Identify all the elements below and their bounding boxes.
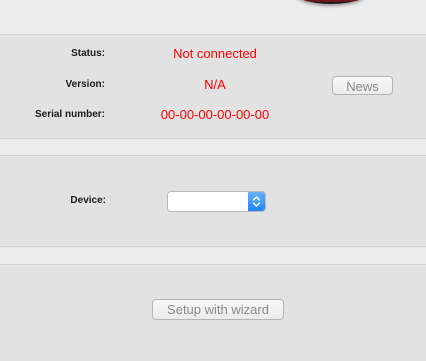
header-strip [0, 0, 426, 35]
status-label: Status: [71, 48, 105, 59]
serial-row: Serial number: 00-00-00-00-00-00 [0, 107, 426, 123]
device-select[interactable] [167, 191, 266, 212]
app-window: Status: Not connected Version: N/A Seria… [0, 0, 426, 361]
chevron-up-down-icon[interactable] [248, 192, 265, 211]
device-label: Device: [70, 195, 106, 206]
device-select-panel: Device: [0, 156, 426, 247]
serial-number-label: Serial number: [34, 109, 105, 120]
section-divider [0, 139, 426, 156]
section-divider-2 [0, 247, 426, 265]
version-value: N/A [204, 77, 226, 92]
status-row: Status: Not connected [0, 46, 426, 62]
wizard-panel: Setup with wizard [0, 265, 426, 361]
status-value: Not connected [173, 46, 257, 61]
news-button[interactable]: News [332, 76, 393, 95]
version-label: Version: [65, 79, 105, 90]
setup-with-wizard-button[interactable]: Setup with wizard [152, 299, 284, 320]
device-info-panel: Status: Not connected Version: N/A Seria… [0, 35, 426, 139]
device-knob-image [294, 0, 368, 4]
serial-number-value: 00-00-00-00-00-00 [160, 107, 270, 122]
